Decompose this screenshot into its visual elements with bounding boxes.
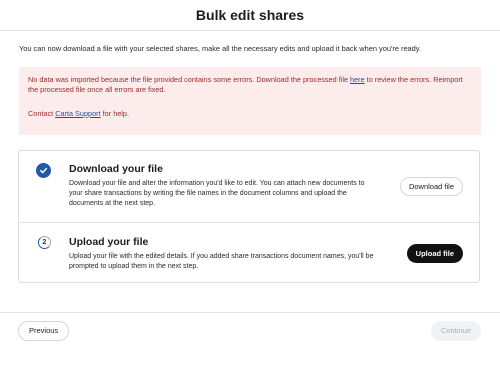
header-divider: [0, 30, 500, 31]
step-upload: 2 Upload your file Upload your file with…: [19, 222, 479, 283]
page-title: Bulk edit shares: [195, 7, 305, 23]
upload-file-button[interactable]: Upload file: [406, 244, 463, 263]
intro-text: You can now download a file with your se…: [19, 44, 421, 53]
continue-button[interactable]: Continue: [430, 321, 481, 341]
checkmark-icon: [36, 163, 51, 178]
contact-suffix: for help.: [100, 109, 130, 118]
previous-button[interactable]: Previous: [18, 321, 70, 341]
step-title: Download your file: [69, 163, 163, 175]
alert-contact: Contact Carta Support for help.: [28, 109, 472, 119]
step-title: Upload your file: [69, 236, 149, 248]
step-number-icon: 2: [38, 236, 51, 249]
step-download: Download your file Download your file an…: [19, 151, 479, 222]
step-description: Download your file and alter the informa…: [69, 180, 365, 207]
download-file-button[interactable]: Download file: [399, 177, 463, 196]
footer-divider: [0, 312, 500, 313]
contact-prefix: Contact: [28, 109, 56, 118]
steps-card: Download your file Download your file an…: [18, 150, 480, 283]
step-description: Upload your file with the edited details…: [69, 253, 374, 270]
alert-message: No data was imported because the file pr…: [28, 75, 472, 95]
processed-file-link[interactable]: here: [350, 75, 365, 84]
carta-support-link[interactable]: Carta Support: [55, 109, 100, 118]
alert-text-before: No data was imported because the file pr…: [28, 75, 351, 84]
error-alert: No data was imported because the file pr…: [19, 67, 481, 135]
